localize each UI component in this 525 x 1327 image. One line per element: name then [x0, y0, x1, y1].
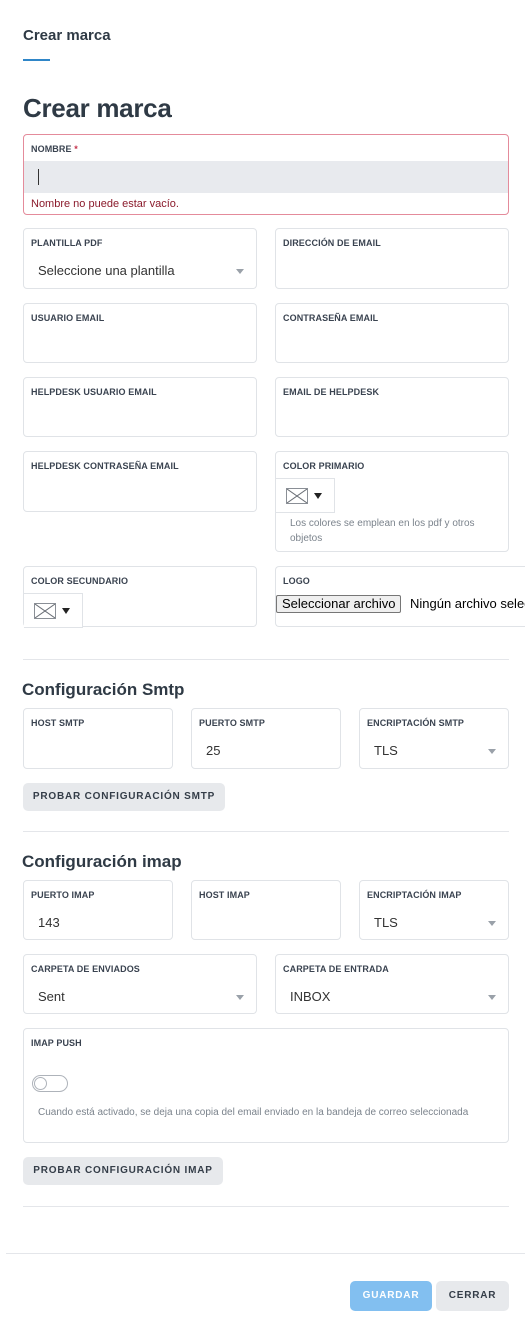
text-cursor [38, 169, 39, 185]
color-secundario-picker[interactable] [24, 593, 83, 628]
required-mark: * [74, 144, 78, 154]
close-button[interactable]: CERRAR [436, 1281, 509, 1311]
puerto-imap-label: PUERTO IMAP [31, 890, 95, 900]
divider [23, 1206, 509, 1207]
helpdesk-usuario-email-field[interactable]: HELPDESK USUARIO EMAIL [23, 377, 257, 437]
test-imap-button[interactable]: PROBAR CONFIGURACIÓN IMAP [23, 1157, 223, 1185]
file-status: Ningún archivo seleccionado [410, 596, 525, 611]
encriptacion-imap-value: TLS [374, 915, 398, 930]
select-file-button[interactable]: Seleccionar archivo [276, 595, 402, 613]
host-imap-field[interactable]: HOST IMAP [191, 880, 341, 940]
color-primario-picker[interactable] [276, 478, 335, 513]
save-button[interactable]: GUARDAR [350, 1281, 432, 1311]
page-title: Crear marca [23, 93, 172, 123]
caret-down-icon [314, 493, 322, 499]
host-smtp-label: HOST SMTP [31, 718, 85, 728]
encriptacion-smtp-select[interactable]: ENCRIPTACIÓN SMTP TLS [359, 708, 509, 769]
plantilla-pdf-select[interactable]: PLANTILLA PDF Seleccione una plantilla [23, 228, 257, 289]
contrasena-email-field[interactable]: CONTRASEÑA EMAIL [275, 303, 509, 363]
puerto-imap-field[interactable]: PUERTO IMAP 143 [23, 880, 173, 940]
puerto-smtp-label: PUERTO SMTP [199, 718, 265, 728]
divider [23, 831, 509, 832]
color-swatch-icon [286, 488, 308, 504]
test-smtp-button[interactable]: PROBAR CONFIGURACIÓN SMTP [23, 783, 225, 811]
imap-push-label: IMAP PUSH [31, 1038, 82, 1048]
encriptacion-imap-label: ENCRIPTACIÓN IMAP [367, 890, 462, 900]
color-primario-field: COLOR PRIMARIO Los colores se emplean en… [275, 451, 509, 552]
nombre-label: NOMBRE * [31, 144, 78, 154]
direccion-email-field[interactable]: DIRECCIÓN DE EMAIL [275, 228, 509, 289]
color-primario-hint: Los colores se emplean en los pdf y otro… [290, 518, 475, 544]
encriptacion-smtp-value: TLS [374, 743, 398, 758]
plantilla-pdf-value: Seleccione una plantilla [38, 263, 175, 278]
host-smtp-field[interactable]: HOST SMTP [23, 708, 173, 769]
tab-crear-marca[interactable]: Crear marca [23, 27, 111, 44]
usuario-email-label: USUARIO EMAIL [31, 313, 105, 323]
nombre-input[interactable] [24, 161, 508, 193]
imap-push-hint: Cuando está activado, se deja una copia … [38, 1107, 469, 1118]
carpeta-enviados-label: CARPETA DE ENVIADOS [31, 964, 140, 974]
plantilla-pdf-label: PLANTILLA PDF [31, 238, 103, 248]
usuario-email-field[interactable]: USUARIO EMAIL [23, 303, 257, 363]
nombre-error-message: Nombre no puede estar vacío. [31, 198, 179, 210]
helpdesk-contrasena-email-field[interactable]: HELPDESK CONTRASEÑA EMAIL [23, 451, 257, 512]
carpeta-entrada-value: INBOX [290, 989, 331, 1004]
nombre-field: NOMBRE * Nombre no puede estar vacío. [23, 134, 509, 215]
color-secundario-label: COLOR SECUNDARIO [31, 576, 129, 586]
carpeta-entrada-label: CARPETA DE ENTRADA [283, 964, 389, 974]
caret-down-icon [62, 608, 70, 614]
email-helpdesk-field[interactable]: EMAIL DE HELPDESK [275, 377, 509, 437]
encriptacion-imap-select[interactable]: ENCRIPTACIÓN IMAP TLS [359, 880, 509, 940]
imap-push-field: IMAP PUSH Cuando está activado, se deja … [23, 1028, 509, 1143]
chevron-down-icon [488, 749, 496, 754]
divider [23, 659, 509, 660]
logo-field: LOGO Seleccionar archivo Ningún archivo … [275, 566, 525, 627]
host-imap-label: HOST IMAP [199, 890, 250, 900]
color-secundario-field: COLOR SECUNDARIO [23, 566, 257, 628]
carpeta-entrada-select[interactable]: CARPETA DE ENTRADA INBOX [275, 954, 509, 1014]
carpeta-enviados-select[interactable]: CARPETA DE ENVIADOS Sent [23, 954, 257, 1014]
encriptacion-smtp-label: ENCRIPTACIÓN SMTP [367, 718, 465, 728]
imap-section-title: Configuración imap [22, 852, 182, 871]
helpdesk-contrasena-email-label: HELPDESK CONTRASEÑA EMAIL [31, 461, 179, 471]
toggle-knob [34, 1077, 47, 1090]
chevron-down-icon [488, 921, 496, 926]
puerto-smtp-field[interactable]: PUERTO SMTP 25 [191, 708, 341, 769]
footer-divider [6, 1253, 525, 1254]
logo-label: LOGO [283, 576, 310, 586]
email-helpdesk-label: EMAIL DE HELPDESK [283, 387, 380, 397]
puerto-imap-value: 143 [38, 915, 60, 930]
direccion-email-label: DIRECCIÓN DE EMAIL [283, 238, 381, 248]
helpdesk-usuario-email-label: HELPDESK USUARIO EMAIL [31, 387, 157, 397]
active-tab-indicator [23, 59, 50, 61]
carpeta-enviados-value: Sent [38, 989, 65, 1004]
color-swatch-icon [34, 603, 56, 619]
chevron-down-icon [236, 269, 244, 274]
chevron-down-icon [236, 995, 244, 1000]
imap-push-toggle[interactable] [32, 1075, 68, 1092]
smtp-section-title: Configuración Smtp [22, 680, 185, 699]
chevron-down-icon [488, 995, 496, 1000]
puerto-smtp-value: 25 [206, 743, 221, 758]
color-primario-label: COLOR PRIMARIO [283, 461, 365, 471]
contrasena-email-label: CONTRASEÑA EMAIL [283, 313, 379, 323]
